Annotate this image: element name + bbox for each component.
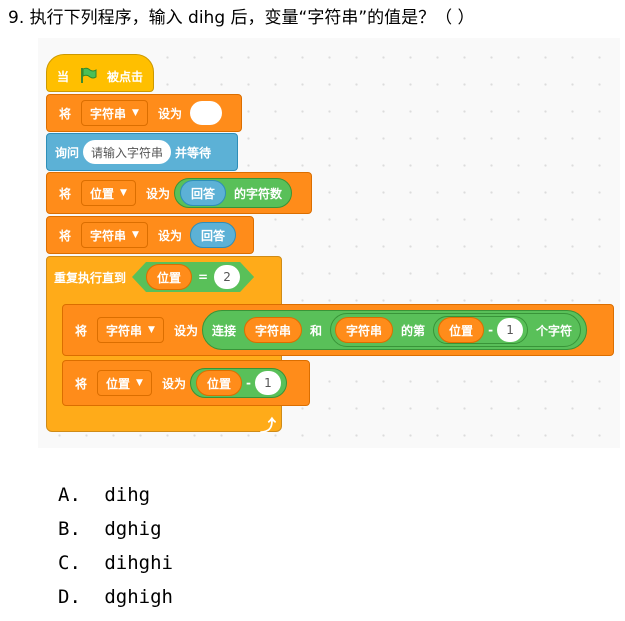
position-reporter[interactable]: 位置 (146, 264, 192, 290)
option-text: dghig (104, 518, 162, 540)
minus-sign: - (488, 323, 494, 337)
ask-and-wait-block[interactable]: 询问 请输入字符串 并等待 (46, 133, 238, 171)
set-string-join-block[interactable]: 将 字符串 ▼ 设为 连接 字符串 和 字符串 的第 位置 - 1 个字符 (62, 304, 614, 356)
option-c[interactable]: C. dihghi (58, 546, 173, 580)
letter-of-label: 的第 (401, 323, 426, 338)
when-label: 当 (57, 69, 70, 84)
variable-dropdown[interactable]: 字符串 ▼ (97, 317, 164, 343)
variable-dropdown[interactable]: 位置 ▼ (97, 370, 152, 396)
ask-label: 询问 (55, 145, 80, 160)
set-string-empty-block[interactable]: 将 字符串 ▼ 设为 (46, 94, 242, 132)
minus-sign: - (245, 376, 251, 390)
variable-name: 字符串 (90, 228, 127, 243)
set-position-length-block[interactable]: 将 位置 ▼ 设为 回答 的字符数 (46, 172, 312, 214)
question-text: 9. 执行下列程序，输入 dihg 后，变量“字符串”的值是？（ ） (8, 8, 475, 28)
set-label: 将 (59, 106, 72, 121)
option-a[interactable]: A. dihg (58, 478, 173, 512)
set-label: 将 (59, 228, 72, 243)
variable-name: 位置 (90, 186, 115, 201)
green-flag-icon (79, 66, 97, 87)
scratch-code-area: 当 被点击 将 字符串 ▼ 设为 询问 请输入字符串 并等待 将 位置 ▼ 设为 (38, 38, 620, 448)
clicked-label: 被点击 (107, 69, 144, 84)
chevron-down-icon: ▼ (132, 230, 139, 240)
string-reporter[interactable]: 字符串 (335, 317, 394, 343)
answer-reporter[interactable]: 回答 (189, 222, 236, 248)
position-reporter[interactable]: 位置 (438, 317, 485, 343)
to-label: 设为 (157, 106, 182, 121)
set-string-answer-block[interactable]: 将 字符串 ▼ 设为 回答 (46, 216, 254, 254)
option-d[interactable]: D. dghigh (58, 580, 173, 614)
subtract-value-input[interactable]: 1 (254, 371, 281, 395)
when-flag-clicked-block[interactable]: 当 被点击 (46, 54, 154, 92)
option-letter: D. (58, 586, 81, 608)
option-text: dghigh (104, 586, 173, 608)
chevron-down-icon: ▼ (148, 325, 155, 335)
length-of-operator[interactable]: 回答 的字符数 (173, 178, 292, 208)
chevron-down-icon: ▼ (132, 108, 139, 118)
ask-prompt-input[interactable]: 请输入字符串 (83, 140, 172, 164)
string-reporter[interactable]: 字符串 (243, 317, 302, 343)
equals-operator[interactable]: 位置 = 2 (132, 262, 254, 292)
position-reporter[interactable]: 位置 (195, 370, 242, 396)
chevron-down-icon: ▼ (120, 188, 127, 198)
option-text: dihghi (104, 552, 173, 574)
variable-name: 字符串 (90, 106, 127, 121)
set-label: 将 (75, 323, 88, 338)
answer-reporter[interactable]: 回答 (179, 180, 226, 206)
join-operator[interactable]: 连接 字符串 和 字符串 的第 位置 - 1 个字符 (201, 310, 588, 350)
and-label: 和 (310, 323, 323, 338)
set-label: 将 (75, 376, 88, 391)
repeat-until-header: 重复执行直到 位置 = 2 (46, 256, 254, 298)
set-position-decrement-block[interactable]: 将 位置 ▼ 设为 位置 - 1 (62, 360, 310, 406)
equals-sign: = (198, 270, 209, 284)
option-text: dihg (104, 484, 151, 506)
variable-dropdown[interactable]: 字符串 ▼ (81, 222, 148, 248)
subtract-operator[interactable]: 位置 - 1 (433, 316, 529, 344)
option-b[interactable]: B. dghig (58, 512, 173, 546)
to-label: 设为 (145, 186, 170, 201)
char-label: 个字符 (536, 323, 573, 338)
letter-of-operator[interactable]: 字符串 的第 位置 - 1 个字符 (330, 313, 582, 347)
and-wait-label: 并等待 (175, 145, 212, 160)
value-input[interactable] (189, 101, 222, 125)
to-label: 设为 (157, 228, 182, 243)
option-letter: A. (58, 484, 81, 506)
variable-dropdown[interactable]: 字符串 ▼ (81, 100, 148, 126)
subtract-value-input[interactable]: 1 (497, 318, 524, 342)
to-label: 设为 (173, 323, 198, 338)
variable-dropdown[interactable]: 位置 ▼ (81, 180, 136, 206)
option-letter: B. (58, 518, 81, 540)
compare-value-input[interactable]: 2 (214, 265, 240, 289)
variable-name: 字符串 (106, 323, 143, 338)
join-label: 连接 (211, 323, 236, 338)
option-letter: C. (58, 552, 81, 574)
set-label: 将 (59, 186, 72, 201)
length-of-label: 的字符数 (233, 186, 282, 201)
subtract-operator[interactable]: 位置 - 1 (189, 368, 287, 398)
chevron-down-icon: ▼ (136, 378, 143, 388)
repeat-until-label: 重复执行直到 (54, 270, 127, 285)
to-label: 设为 (161, 376, 186, 391)
answer-options: A. dihg B. dghig C. dihghi D. dghigh (58, 478, 173, 614)
loop-arrow-icon: ⤴ (260, 416, 277, 435)
variable-name: 位置 (106, 376, 131, 391)
